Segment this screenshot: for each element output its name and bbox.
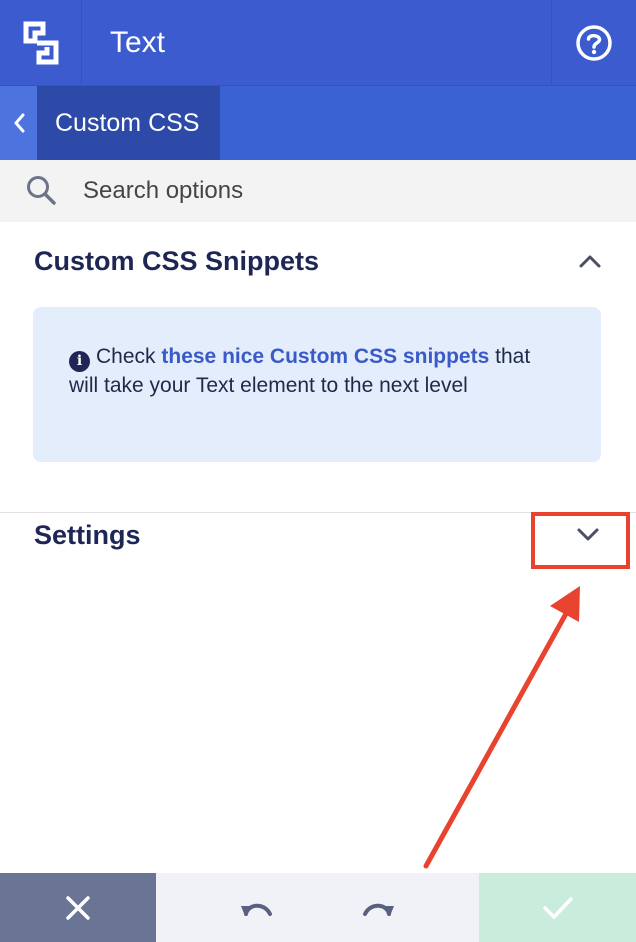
top-header: Text	[0, 0, 636, 86]
help-button[interactable]	[551, 0, 636, 86]
info-prefix: Check	[96, 345, 156, 368]
back-button[interactable]	[0, 86, 37, 160]
redo-icon[interactable]	[359, 894, 397, 922]
history-controls	[156, 873, 479, 942]
section-header-snippets[interactable]: Custom CSS Snippets	[0, 226, 636, 296]
section-title: Settings	[34, 519, 141, 550]
snippets-link[interactable]: these nice Custom CSS snippets	[161, 345, 489, 368]
help-circle-icon	[576, 24, 612, 61]
breadcrumb-current[interactable]: Custom CSS	[37, 86, 220, 160]
builder-logo-icon	[23, 21, 58, 64]
panel-title: Text	[110, 25, 166, 59]
chevron-left-icon	[14, 113, 24, 133]
cancel-button[interactable]	[0, 873, 156, 942]
confirm-button[interactable]	[479, 873, 636, 942]
section-title: Custom CSS Snippets	[34, 245, 320, 276]
info-notice: i Check these nice Custom CSS snippets th…	[33, 307, 601, 462]
info-icon: i	[69, 351, 90, 372]
annotation-highlight-box	[531, 512, 630, 569]
search-icon	[0, 174, 83, 208]
search-bar	[0, 160, 636, 222]
close-icon	[66, 895, 90, 920]
breadcrumb: Custom CSS	[0, 86, 636, 160]
undo-icon[interactable]	[238, 894, 276, 922]
search-input[interactable]	[83, 177, 603, 205]
logo[interactable]	[0, 0, 82, 86]
action-bar	[0, 873, 636, 942]
chevron-up-icon[interactable]	[578, 253, 602, 269]
check-icon	[542, 896, 573, 919]
